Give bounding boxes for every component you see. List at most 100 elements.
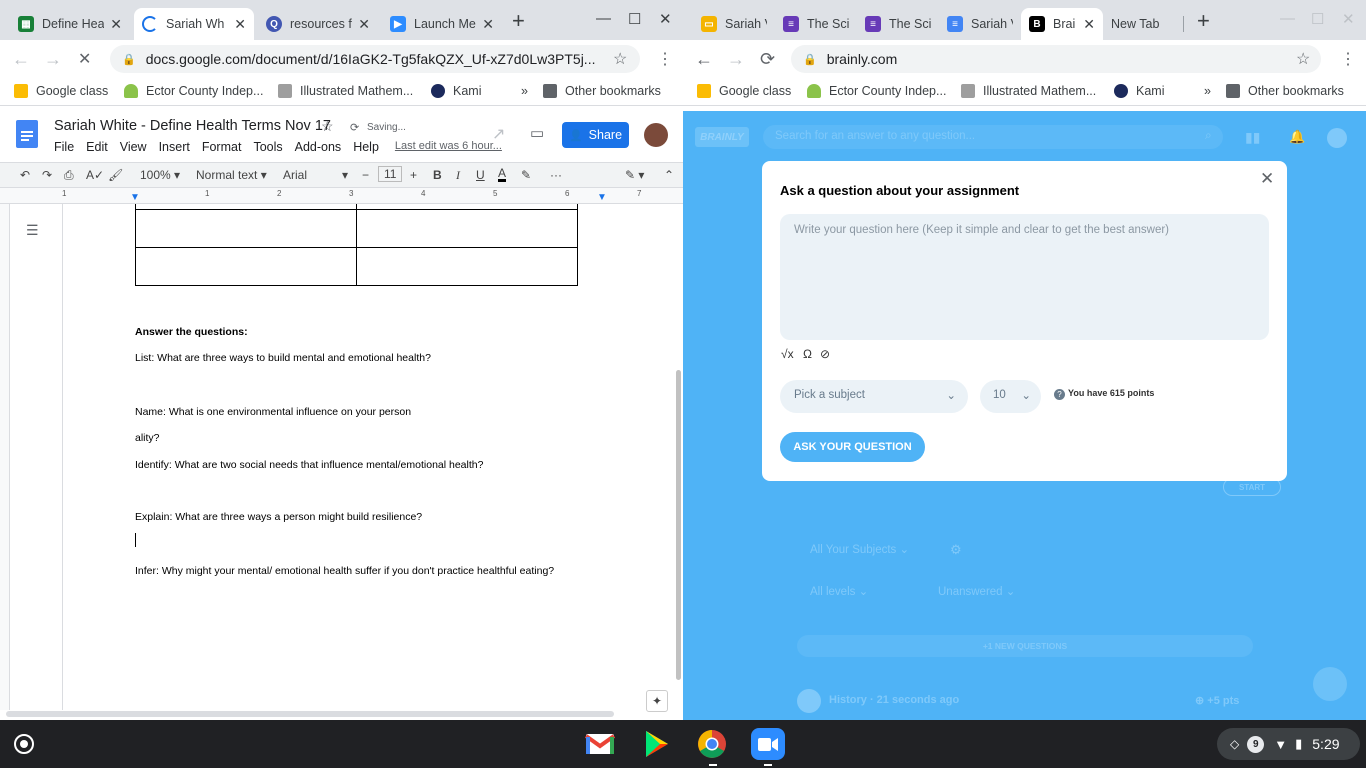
maximize-icon[interactable]: ☐ [1311, 10, 1324, 28]
tab-sariah-white-doc[interactable]: Sariah Wh ✕ [134, 8, 254, 40]
doc-title[interactable]: Sariah White - Define Health Terms Nov 1… [54, 118, 331, 134]
menu-addons[interactable]: Add-ons [295, 140, 342, 154]
question-textarea[interactable]: Write your question here (Keep it simple… [780, 214, 1269, 340]
avatar[interactable] [644, 123, 668, 147]
more-bookmarks-icon[interactable]: » [1204, 84, 1211, 98]
close-tab-icon[interactable]: ✕ [1083, 16, 1095, 33]
menu-edit[interactable]: Edit [86, 140, 108, 154]
tab-resources[interactable]: Q resources f ✕ [258, 8, 378, 40]
collapse-menu-icon[interactable]: ⌃ [664, 168, 674, 182]
horizontal-scrollbar[interactable] [6, 711, 614, 717]
menu-insert[interactable]: Insert [159, 140, 190, 154]
bookmark-star-icon[interactable]: ☆ [1296, 49, 1310, 69]
tab-brainly[interactable]: B Brai ✕ [1021, 8, 1103, 40]
brainly-logo[interactable]: BRAINLY [695, 127, 749, 147]
right-indent-marker[interactable]: ▼ [597, 192, 607, 203]
gmail-icon[interactable] [583, 728, 617, 760]
close-window-icon[interactable]: ✕ [1342, 10, 1355, 28]
bookmark-illustrated-math[interactable]: Illustrated Mathem... [278, 84, 413, 98]
highlight-icon[interactable]: ✎ [521, 168, 531, 182]
forward-icon[interactable]: → [44, 49, 62, 70]
style-select[interactable]: Normal text ▾ [196, 168, 267, 182]
more-bookmarks-icon[interactable]: » [521, 84, 528, 98]
explore-icon[interactable]: ✦ [646, 690, 668, 712]
bookmark-google-class[interactable]: Google class [14, 84, 108, 98]
brainly-page-overlay[interactable]: BRAINLY Search for an answer to any ques… [683, 111, 1366, 720]
last-edit-link[interactable]: Last edit was 6 hour... [395, 140, 502, 154]
help-icon[interactable]: ? [1054, 389, 1065, 400]
subject-select[interactable]: Pick a subject ⌄ [780, 380, 968, 413]
settings-gear-icon[interactable]: ⚙ [950, 542, 962, 558]
new-tab-button[interactable]: + [1197, 8, 1210, 34]
zoom-select[interactable]: 100% ▾ [140, 168, 180, 182]
close-tab-icon[interactable]: ✕ [482, 16, 494, 33]
close-icon[interactable]: ✕ [1260, 169, 1274, 189]
bookmark-ector-county[interactable]: Ector County Indep... [807, 84, 946, 98]
kebab-menu-icon[interactable]: ⋮ [1340, 49, 1356, 69]
bookmark-star-icon[interactable]: ☆ [613, 49, 627, 69]
equation-icon[interactable]: √x [781, 347, 794, 361]
italic-icon[interactable]: I [456, 168, 460, 183]
tab-sariah-docs[interactable]: ≡ Sariah V [939, 8, 1021, 40]
forward-icon[interactable]: → [727, 49, 745, 70]
editing-mode-icon[interactable]: ✎ ▾ [625, 168, 644, 182]
docs-logo-icon[interactable] [16, 120, 38, 148]
symbol-omega-icon[interactable]: Ω [803, 347, 812, 361]
bell-icon[interactable]: 🔔 [1289, 129, 1305, 145]
table[interactable] [135, 204, 578, 286]
tab-launch-meeting[interactable]: ▶ Launch Me ✕ [382, 8, 502, 40]
filter-all-subjects[interactable]: All Your Subjects ⌄ [810, 542, 909, 556]
redo-icon[interactable]: ↷ [42, 168, 52, 182]
attachment-icon[interactable]: ⊘ [820, 347, 830, 361]
close-tab-icon[interactable]: ✕ [358, 16, 370, 33]
launcher-icon[interactable] [14, 734, 34, 754]
paint-format-icon[interactable]: 🖌 [108, 168, 123, 182]
play-store-icon[interactable] [640, 728, 674, 760]
filter-levels[interactable]: All levels ⌄ [810, 584, 868, 598]
menu-file[interactable]: File [54, 140, 74, 154]
tab-define-health[interactable]: ▦ Define Hea ✕ [10, 8, 130, 40]
text-color-icon[interactable]: A [498, 167, 507, 182]
bookmark-ector-county[interactable]: Ector County Indep... [124, 84, 263, 98]
back-icon[interactable]: ← [695, 49, 713, 70]
tab-sariah-slides[interactable]: ▭ Sariah V [693, 8, 775, 40]
other-bookmarks[interactable]: Other bookmarks [1226, 84, 1344, 98]
vertical-scrollbar[interactable] [676, 370, 681, 680]
left-indent-marker[interactable]: ▼ [130, 192, 140, 203]
font-size-field[interactable]: 11 [378, 166, 403, 182]
menu-help[interactable]: Help [353, 140, 379, 154]
share-button[interactable]: 👤 Share [562, 122, 629, 148]
font-select[interactable]: Arial [283, 168, 307, 182]
underline-icon[interactable]: U [476, 168, 485, 182]
document-outline-icon[interactable]: ☰ [26, 222, 39, 239]
bookmark-kami[interactable]: Kami [431, 84, 481, 98]
close-tab-icon[interactable]: ✕ [234, 16, 246, 33]
address-bar[interactable]: 🔒 brainly.com [791, 45, 1321, 73]
decrease-font-icon[interactable]: − [362, 168, 369, 182]
tab-science-form-1[interactable]: ≡ The Sci [775, 8, 857, 40]
star-icon[interactable]: ☆ [321, 118, 334, 135]
tab-new-tab[interactable]: New Tab [1103, 8, 1183, 40]
menu-format[interactable]: Format [202, 140, 242, 154]
reload-icon[interactable]: ⟳ [760, 49, 775, 70]
tab-science-form-2[interactable]: ≡ The Sci [857, 8, 939, 40]
new-tab-button[interactable]: + [512, 8, 525, 34]
points-select[interactable]: 10 ⌄ [980, 380, 1041, 413]
menu-view[interactable]: View [120, 140, 147, 154]
minimize-icon[interactable]: — [1280, 10, 1295, 27]
menu-tools[interactable]: Tools [253, 140, 282, 154]
ask-question-button[interactable]: ASK YOUR QUESTION [780, 432, 925, 462]
stop-loading-icon[interactable]: ✕ [78, 49, 91, 69]
profile-avatar[interactable] [1327, 128, 1347, 148]
bookmark-google-class[interactable]: Google class [697, 84, 791, 98]
close-window-icon[interactable]: ✕ [659, 10, 672, 28]
bold-icon[interactable]: B [433, 168, 442, 182]
minimize-icon[interactable]: — [596, 10, 611, 27]
new-questions-banner[interactable]: +1 NEW QUESTIONS [797, 635, 1253, 657]
stats-icon[interactable]: ▮▮ [1245, 129, 1260, 146]
zoom-app-icon[interactable] [751, 728, 785, 760]
kebab-menu-icon[interactable]: ⋮ [657, 49, 673, 69]
floating-add-button[interactable] [1313, 667, 1347, 701]
increase-font-icon[interactable]: + [410, 168, 417, 182]
spellcheck-icon[interactable]: A✓ [86, 168, 104, 182]
